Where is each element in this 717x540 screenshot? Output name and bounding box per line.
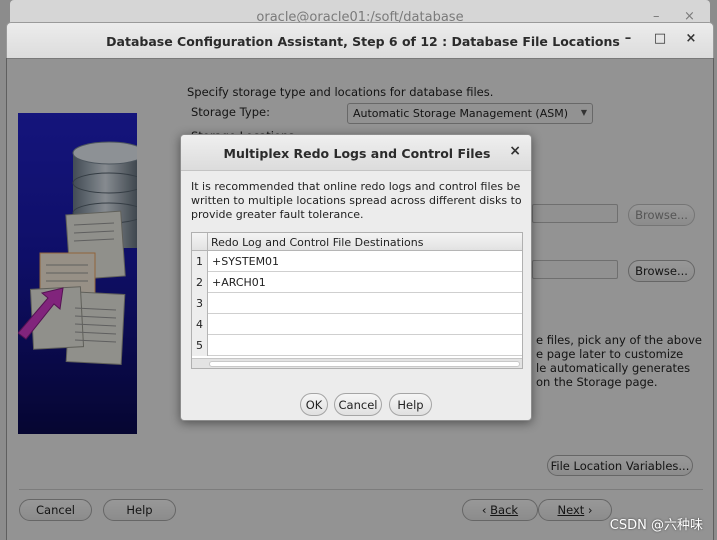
table-horizontal-scrollbar[interactable] xyxy=(192,358,522,368)
table-cell-3[interactable] xyxy=(209,293,522,313)
window-title: Database Configuration Assistant, Step 6… xyxy=(106,34,620,49)
row-number: 5 xyxy=(192,335,208,356)
dialog-ok-button[interactable]: OK xyxy=(300,393,328,416)
destinations-table: Redo Log and Control File Destinations 1… xyxy=(191,232,523,369)
maximize-button[interactable]: □ xyxy=(650,31,670,46)
row-number: 2 xyxy=(192,272,208,293)
table-cell-4[interactable] xyxy=(209,314,522,334)
dialog-cancel-button[interactable]: Cancel xyxy=(334,393,382,416)
destination-value-2: +ARCH01 xyxy=(212,276,266,289)
watermark: CSDN @六种味 xyxy=(609,518,703,533)
table-corner-cell xyxy=(192,233,208,251)
title-bar: Database Configuration Assistant, Step 6… xyxy=(7,23,713,59)
table-row: 3 xyxy=(192,293,522,314)
table-row: 4 xyxy=(192,314,522,335)
column-header-destinations[interactable]: Redo Log and Control File Destinations xyxy=(211,236,423,249)
dialog-help-button[interactable]: Help xyxy=(389,393,432,416)
dialog-title-bar: Multiplex Redo Logs and Control Files × xyxy=(181,135,531,171)
dialog-title: Multiplex Redo Logs and Control Files xyxy=(223,146,491,161)
close-button[interactable]: × xyxy=(681,31,701,46)
table-cell-5[interactable] xyxy=(209,335,522,355)
dialog-message: It is recommended that online redo logs … xyxy=(191,180,522,221)
table-row: 5 xyxy=(192,335,522,356)
minimize-button[interactable]: – xyxy=(618,31,638,46)
dialog-close-button[interactable]: × xyxy=(509,143,521,159)
table-row: 1 +SYSTEM01 xyxy=(192,251,522,272)
row-number: 1 xyxy=(192,251,208,272)
table-header: Redo Log and Control File Destinations xyxy=(192,233,522,251)
multiplex-dialog: Multiplex Redo Logs and Control Files × … xyxy=(180,134,532,421)
scrollbar-thumb[interactable] xyxy=(209,361,520,367)
row-number: 4 xyxy=(192,314,208,335)
row-number: 3 xyxy=(192,293,208,314)
destination-value-1: +SYSTEM01 xyxy=(212,255,280,268)
table-row: 2 +ARCH01 xyxy=(192,272,522,293)
